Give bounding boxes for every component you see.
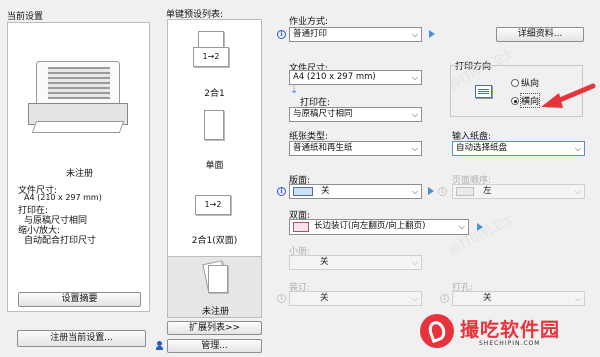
info-icon: i: [438, 187, 447, 196]
down-arrow-icon: ⇣: [290, 85, 299, 96]
chevron-down-icon: ⌵: [574, 187, 581, 196]
brand-logo-icon: [420, 314, 454, 348]
duplex-select[interactable]: 长边装订(向左翻页/向上翻页) ⌵: [289, 219, 469, 235]
preset-label: 2合1: [204, 89, 225, 99]
manage-button[interactable]: 管理...: [167, 339, 262, 353]
chevron-down-icon: ⌵: [411, 110, 418, 119]
page-order-icon: [456, 187, 474, 196]
select-value: 左: [483, 186, 492, 196]
select-value: 关: [320, 257, 329, 267]
user-icon: [156, 341, 163, 350]
page-stack-icon: [208, 265, 228, 293]
booklet-select: 关 ⌵: [289, 255, 422, 270]
select-value: 与原稿尺寸相同: [293, 109, 353, 119]
expand-list-button[interactable]: 扩展列表>>: [167, 321, 262, 335]
paper-type-select[interactable]: 普通纸和再生纸 ⌵: [289, 141, 422, 156]
chevron-down-icon: ⌵: [411, 294, 418, 303]
current-settings-title: 当前设置: [7, 12, 44, 22]
layout-page-icon: [293, 187, 313, 196]
details-button[interactable]: 详细资料...: [496, 27, 584, 42]
settings-summary-button[interactable]: 设置摘要: [18, 292, 141, 307]
select-value: 关: [321, 186, 330, 196]
layout-select[interactable]: 关 ⌵: [289, 184, 422, 199]
portrait-label[interactable]: 纵向: [521, 76, 539, 89]
chevron-down-icon: ⌵: [574, 294, 581, 303]
info-icon: i: [440, 294, 449, 303]
print-on-select[interactable]: 与原稿尺寸相同 ⌵: [289, 107, 422, 122]
select-value: 普通打印: [293, 29, 328, 39]
select-value: 关: [483, 293, 492, 303]
select-value: 关: [320, 293, 329, 303]
punch-select: 关 ⌵: [452, 291, 585, 306]
current-settings-panel: 未注册 文件尺寸: A4 (210 x 297 mm) 打印在: 与原稿尺寸相同…: [7, 22, 150, 312]
preset-icon-caption: 1→2: [193, 47, 229, 67]
preset-item-2in1[interactable]: 1→2 2合1: [167, 25, 262, 100]
info-scale-value: 自动配合打印尺寸: [24, 236, 97, 246]
chevron-down-icon: ⌵: [411, 30, 418, 39]
input-tray-select[interactable]: 自动选择纸盘 ⌵: [452, 141, 585, 156]
preset-label: 2合1(双面): [191, 236, 238, 246]
play-arrow-icon: [477, 223, 483, 231]
chevron-down-icon: ⌵: [411, 187, 418, 196]
single-side-preset-icon: [204, 110, 224, 140]
landscape-page-icon: [475, 85, 492, 98]
play-arrow-icon: [429, 30, 435, 38]
work-mode-select[interactable]: 普通打印 ⌵: [289, 27, 422, 42]
preset-item-2in1-duplex[interactable]: 1→2 2合1(双面): [167, 185, 262, 246]
file-size-select[interactable]: A4 (210 x 297 mm) ⌵: [289, 70, 422, 85]
preset-item-simplex[interactable]: 单面: [167, 110, 262, 171]
chevron-down-icon: ⌵: [411, 73, 418, 82]
chevron-down-icon: ⌵: [411, 144, 418, 153]
duplex-pages-icon: [293, 222, 309, 232]
staple-select: 关 ⌵: [289, 291, 422, 306]
info-icon[interactable]: i: [277, 30, 286, 39]
preset-item-unregistered[interactable]: 未注册: [167, 256, 262, 318]
brand-name: 撮吃软件园: [460, 319, 561, 341]
register-current-settings-button[interactable]: 注册当前设置...: [17, 330, 146, 347]
landscape-label[interactable]: 横向: [519, 93, 541, 108]
info-icon[interactable]: i: [277, 187, 286, 196]
status-text: 未注册: [66, 169, 94, 179]
brand-url: SHECHIPIN.COM: [479, 340, 541, 347]
info-file-size-value: A4 (210 x 297 mm): [24, 193, 102, 202]
select-value: A4 (210 x 297 mm): [293, 72, 376, 82]
page-order-select: 左 ⌵: [452, 184, 585, 199]
document-preview-icon: [28, 61, 128, 137]
chevron-down-icon: ⌵: [458, 222, 465, 231]
chevron-down-icon: ⌵: [574, 144, 581, 153]
select-value: 自动选择纸盘: [456, 143, 508, 153]
info-icon: i: [277, 294, 286, 303]
red-pointer-arrow: [541, 83, 596, 108]
portrait-radio[interactable]: [511, 79, 519, 87]
preset-label: 单面: [205, 161, 224, 171]
select-value: 长边装订(向左翻页/向上翻页): [314, 221, 426, 231]
play-arrow-icon: [428, 187, 434, 195]
2in1-duplex-preset-icon: 1→2: [195, 195, 231, 215]
chevron-down-icon: ⌵: [411, 258, 418, 267]
preset-label: 未注册: [201, 307, 229, 317]
work-mode-label: 作业方式:: [289, 17, 329, 27]
landscape-radio[interactable]: [511, 97, 519, 105]
select-value: 普通纸和再生纸: [293, 143, 353, 153]
